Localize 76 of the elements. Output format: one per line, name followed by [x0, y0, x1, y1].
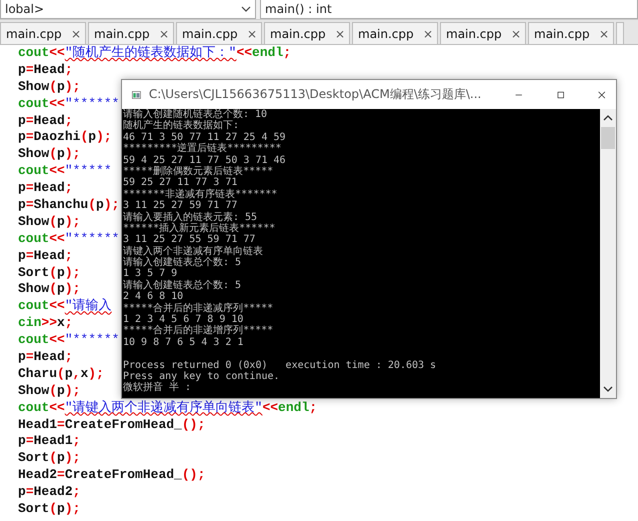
close-icon[interactable]: ×: [70, 26, 81, 40]
console-output-line: *****合并后的非递减序列*****: [123, 302, 274, 314]
scrollbar[interactable]: [600, 109, 616, 398]
code-line: Head2=CreateFromHead_();: [18, 467, 206, 484]
code-line: Show(p);: [18, 214, 80, 231]
code-line: Show(p);: [18, 78, 80, 96]
code-line: Show(p);: [18, 146, 80, 164]
code-line: p=Head2;: [18, 484, 80, 502]
code-line: Show(p);: [18, 382, 80, 400]
console-output-line: 请输入创建链表总个数: 5: [123, 257, 242, 268]
close-icon[interactable]: [598, 88, 606, 100]
code-line: p=Head;: [18, 248, 73, 265]
file-tab[interactable]: main.cpp ×: [264, 22, 350, 44]
window-title: C:\Users\CJL15663675113\Desktop\ACM编程\练习题库\...: [148, 86, 482, 103]
close-icon[interactable]: ×: [510, 26, 521, 40]
console-output-line: 3 11 25 27 59 71 77: [123, 200, 238, 212]
code-line: p=Head1;: [18, 433, 80, 450]
console-output-line: 59 4 25 27 11 77 50 3 71 46: [123, 154, 286, 166]
code-line: Show(p);: [18, 281, 80, 298]
scroll-thumb[interactable]: [601, 127, 615, 149]
code-line: cout<<"请输入: [18, 298, 112, 316]
console-output-line: 微软拼音 半 :: [123, 382, 192, 394]
close-icon[interactable]: ×: [334, 26, 345, 40]
close-icon[interactable]: ×: [422, 26, 433, 40]
close-icon[interactable]: ×: [158, 26, 169, 40]
code-line: Sort(p);: [18, 264, 80, 282]
console-output-line: 请键入两个非递减有序单向链表: [123, 246, 263, 257]
code-line: cout<<"*****: [18, 163, 112, 180]
console-output-line: 请输入创建随机链表总个数: 10: [123, 109, 268, 120]
code-line: p=Head;: [18, 112, 73, 130]
code-line: p=Daozhi(p);: [18, 129, 112, 146]
close-icon[interactable]: ×: [598, 26, 609, 40]
file-tab[interactable]: main.cpp ×: [352, 22, 438, 44]
code-line: cin>>x;: [18, 315, 73, 332]
code-line: cout<<"******: [18, 332, 120, 350]
console-output-line: ******插入新元素后链表******: [123, 222, 276, 234]
file-tab[interactable]: main.cpp ×: [176, 22, 262, 44]
code-line: cout<<"随机产生的链表数据如下："<<endl;: [18, 45, 292, 62]
console-output-line: *****合并后的非递增序列*****: [123, 325, 274, 336]
code-line: p=Shanchu(p);: [18, 197, 120, 214]
file-tab[interactable]: main.cpp ×: [0, 22, 86, 44]
chevron-down-icon: [241, 6, 251, 12]
code-line: Sort(p);: [18, 501, 80, 518]
console-output-line: 3 11 25 27 55 59 71 77: [123, 234, 256, 246]
console-output-line: 1 2 3 4 5 6 7 8 9 10: [123, 314, 244, 326]
code-line: p=Head;: [18, 180, 73, 198]
console-output-line: 10 9 8 7 6 5 4 3 2 1: [123, 336, 244, 348]
file-tab[interactable]: main.cpp ×: [528, 22, 614, 44]
console-output-line: 2 4 6 8 10: [123, 291, 184, 302]
close-icon[interactable]: ×: [246, 26, 257, 40]
console-output-line: 随机产生的链表数据如下:: [123, 120, 240, 132]
console-output-line: *********逆置后链表*********: [123, 143, 282, 154]
code-line: cout<<"******: [18, 230, 120, 248]
console-output-line: 59 25 27 11 77 3 71: [123, 177, 238, 188]
console-output-line: 请输入创建链表总个数: 5: [123, 280, 242, 291]
console-output-line: Process returned 0 (0x0) execution time : 20.603 s: [123, 360, 436, 371]
code-line: p=Head;: [18, 349, 73, 366]
code-line: p=Head;: [18, 62, 73, 79]
code-line: cout<<"请键入两个非递减有序单向链表"<<endl;: [18, 400, 318, 417]
file-tab[interactable]: main.cpp ×: [88, 22, 174, 44]
console-output-line: 请输入要插入的链表元素: 55: [123, 212, 258, 223]
scope-dropdown[interactable]: lobal>: [0, 0, 256, 19]
code-line: cout<<"******: [18, 96, 120, 113]
code-line: Charu(p,x);: [18, 366, 104, 383]
scroll-down-icon[interactable]: [603, 386, 613, 392]
console-app-icon: [132, 88, 141, 100]
code-line: Head1=CreateFromHead_();: [18, 416, 206, 434]
code-line: Sort(p);: [18, 450, 80, 468]
console-output-line: 1 3 5 7 9: [123, 268, 178, 280]
console-output-line: Press any key to continue.: [123, 370, 280, 382]
file-tab[interactable]: main.cpp ×: [440, 22, 526, 44]
console-output-line: *******非递减有序链表*******: [123, 188, 278, 200]
scroll-up-icon[interactable]: [603, 115, 613, 121]
console-output-line: 46 71 3 50 77 11 27 25 4 59: [123, 132, 286, 143]
function-dropdown[interactable]: main() : int: [260, 0, 638, 19]
console-output-line: *****删除偶数元素后链表*****: [123, 166, 274, 177]
